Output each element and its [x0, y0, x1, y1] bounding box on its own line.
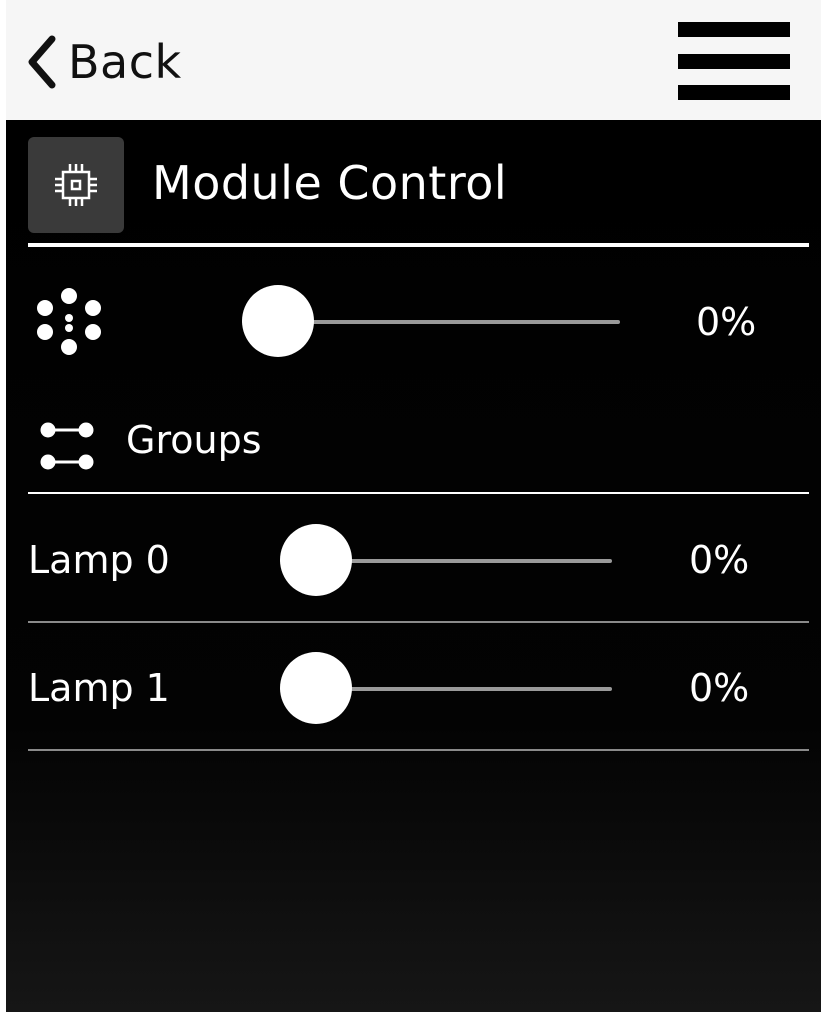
menu-bar-middle: [678, 54, 790, 69]
top-bar: Back: [6, 0, 821, 120]
master-value: 0%: [696, 300, 757, 344]
menu-bar-bottom: [678, 85, 790, 100]
menu-bar-top: [678, 22, 790, 37]
module-divider: [28, 243, 809, 247]
lamp-0-slider-thumb[interactable]: [280, 524, 352, 596]
chevron-left-icon: [24, 35, 58, 89]
master-slider[interactable]: [242, 285, 620, 359]
dots-pattern-icon: [32, 286, 106, 364]
module-control-panel: Module Control 0% Groups Lamp 0 0% Lamp …: [6, 120, 821, 1012]
groups-label: Groups: [126, 418, 262, 462]
lamp-0-value: 0%: [689, 538, 750, 582]
back-label: Back: [68, 35, 182, 89]
chip-icon: [28, 137, 124, 233]
hamburger-menu-button[interactable]: [678, 22, 790, 100]
back-button[interactable]: Back: [24, 32, 182, 92]
lamp-1-slider-thumb[interactable]: [280, 652, 352, 724]
lamp-0-slider[interactable]: [280, 524, 612, 598]
master-slider-thumb[interactable]: [242, 285, 314, 357]
module-title: Module Control: [152, 156, 508, 210]
lamp-0-label: Lamp 0: [28, 538, 170, 582]
lamp-1-divider: [28, 749, 809, 751]
lamp-0-divider: [28, 621, 809, 623]
groups-divider: [28, 492, 809, 494]
lamp-1-slider[interactable]: [280, 652, 612, 726]
lamp-1-label: Lamp 1: [28, 666, 170, 710]
app-frame: Back Module Control 0% Groups Lamp 0 0% …: [6, 0, 821, 1012]
groups-toggle-icon: [38, 418, 96, 478]
lamp-1-value: 0%: [689, 666, 750, 710]
